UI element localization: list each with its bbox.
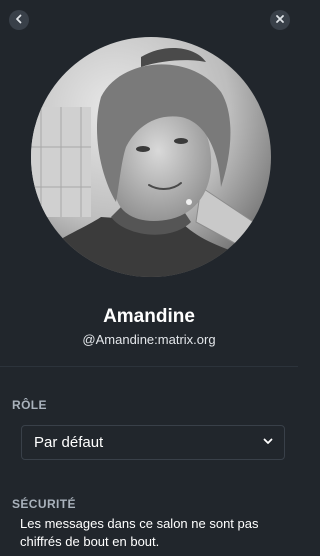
divider (0, 366, 298, 367)
role-section-title: RÔLE (12, 398, 47, 412)
back-button[interactable] (9, 10, 29, 30)
close-button[interactable] (270, 10, 290, 30)
chevron-down-icon (262, 434, 274, 452)
chevron-left-icon (14, 11, 24, 29)
profile-handle: @Amandine:matrix.org (82, 332, 216, 347)
role-select[interactable]: Par défaut (21, 425, 285, 460)
profile-name: Amandine (103, 306, 195, 327)
close-icon (275, 11, 285, 29)
security-description: Les messages dans ce salon ne sont pas c… (20, 516, 259, 549)
role-select-value: Par défaut (34, 434, 104, 451)
avatar[interactable] (31, 37, 271, 277)
security-section-title: SÉCURITÉ (12, 497, 76, 511)
